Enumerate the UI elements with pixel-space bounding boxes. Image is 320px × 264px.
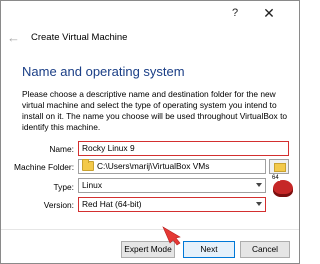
chevron-down-icon (256, 202, 262, 206)
redhat-os-icon: 64 (271, 175, 293, 199)
dialog-title: Create Virtual Machine (31, 32, 128, 43)
expert-mode-button[interactable]: Expert Mode (121, 241, 175, 258)
next-button[interactable]: Next (183, 241, 235, 258)
machine-folder-label: Machine Folder: (14, 162, 75, 172)
dialog-window: ? ✕ ← Create Virtual Machine Name and op… (0, 0, 300, 264)
folder-icon (82, 159, 94, 171)
redhat-hat-icon (273, 180, 293, 197)
cancel-button[interactable]: Cancel (240, 241, 290, 258)
machine-folder-value: C:\Users\marij\VirtualBox VMs (97, 161, 210, 171)
type-select-value: Linux (82, 180, 103, 190)
name-label: Name: (49, 144, 74, 154)
help-button[interactable]: ? (227, 5, 243, 21)
version-select[interactable]: Red Hat (64-bit) (78, 197, 266, 212)
page-description: Please choose a descriptive name and des… (22, 89, 288, 132)
close-button[interactable]: ✕ (261, 4, 277, 22)
chevron-down-icon (256, 183, 262, 187)
type-select[interactable]: Linux (78, 178, 266, 193)
back-arrow-icon[interactable]: ← (7, 31, 21, 45)
dialog-header: ← Create Virtual Machine (1, 29, 299, 51)
page-heading: Name and operating system (22, 64, 185, 79)
version-select-value: Red Hat (64-bit) (82, 199, 142, 209)
title-bar: ? ✕ (1, 1, 299, 27)
machine-folder-field[interactable]: C:\Users\marij\VirtualBox VMs (78, 159, 266, 174)
folder-browse-button[interactable] (269, 159, 289, 174)
type-label: Type: (53, 182, 74, 192)
name-input[interactable]: Rocky Linux 9 (78, 141, 289, 156)
os-bitness-badge: 64 (271, 175, 280, 181)
version-label: Version: (43, 200, 74, 210)
footer-divider (1, 229, 299, 230)
